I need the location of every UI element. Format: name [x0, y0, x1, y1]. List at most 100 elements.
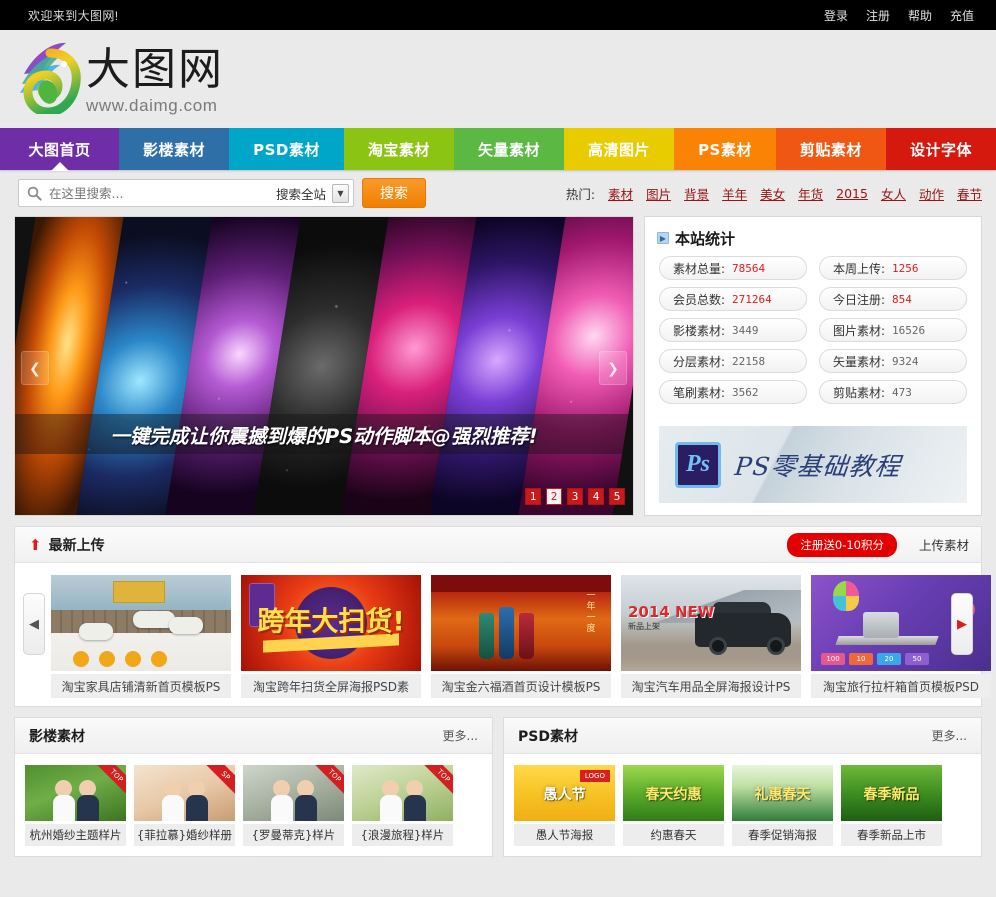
stat-value: 3449: [732, 324, 759, 337]
latest-upload-caption: 淘宝汽车用品全屏海报设计PS: [621, 674, 801, 698]
upload-material-link[interactable]: 上传素材: [919, 535, 969, 554]
recharge-link[interactable]: 充值: [950, 7, 974, 24]
category-item-thumbnail: TOP: [243, 765, 344, 821]
hot-keyword-9[interactable]: 动作: [919, 184, 944, 203]
chevron-right-icon: ▶: [657, 232, 669, 244]
chevron-down-icon[interactable]: ▼: [332, 184, 349, 203]
latest-upload-caption: 淘宝家具店铺清新首页模板PS: [51, 674, 231, 698]
category-section-grid: 愚人节LOGO愚人节海报春天约惠约惠春天礼惠春天春季促销海报春季新品春季新品上市: [504, 754, 981, 856]
stat-label: 素材总量:: [673, 260, 725, 277]
hot-keyword-6[interactable]: 年货: [798, 184, 823, 203]
stat-pill-2: 本周上传: 1256: [819, 256, 967, 280]
login-link[interactable]: 登录: [824, 7, 848, 24]
latest-upload-card[interactable]: 淘宝家具店铺清新首页模板PS: [51, 575, 231, 698]
category-item-card[interactable]: 春季新品春季新品上市: [841, 765, 942, 846]
slider-page-4[interactable]: 4: [588, 488, 604, 505]
slider-prev-button[interactable]: ❮: [21, 351, 49, 385]
stat-value: 16526: [892, 324, 925, 337]
nav-item-8[interactable]: 剪贴素材: [776, 128, 886, 170]
category-item-card[interactable]: 愚人节LOGO愚人节海报: [514, 765, 615, 846]
slider-page-5[interactable]: 5: [609, 488, 625, 505]
arrow-up-icon: ⬆: [29, 536, 42, 554]
site-stats-panel: ▶ 本站统计 素材总量:78564本周上传:1256会员总数:271264今日注…: [644, 216, 982, 516]
slider-page-2[interactable]: 2: [546, 488, 562, 505]
stat-value: 1256: [892, 262, 919, 275]
latest-upload-card[interactable]: 2014 NEW新品上架淘宝汽车用品全屏海报设计PS: [621, 575, 801, 698]
more-link[interactable]: 更多...: [443, 727, 478, 744]
stat-label: 矢量素材:: [833, 353, 885, 370]
category-item-card[interactable]: TOP杭州婚纱主题样片: [25, 765, 126, 846]
stat-label: 影楼素材:: [673, 322, 725, 339]
hero-slider[interactable]: 一键完成让你震撼到爆的PS动作脚本@强烈推荐! ❮ ❯ 12345: [14, 216, 634, 516]
category-section: 影楼素材 更多... TOP杭州婚纱主题样片SP{菲拉慕}婚纱样册TOP{罗曼蒂克}…: [14, 717, 493, 857]
slider-page-3[interactable]: 3: [567, 488, 583, 505]
search-input[interactable]: [49, 186, 268, 201]
hot-keyword-10[interactable]: 春节: [957, 184, 982, 203]
nav-item-9[interactable]: 设计字体: [886, 128, 996, 170]
hot-keyword-2[interactable]: 图片: [646, 184, 671, 203]
card-thumbnail: 2014 NEW新品上架: [621, 575, 801, 671]
category-section-header: 影楼素材 更多...: [15, 718, 492, 754]
more-link[interactable]: 更多...: [932, 727, 967, 744]
hot-keyword-5[interactable]: 美女: [760, 184, 785, 203]
hot-keyword-1[interactable]: 素材: [608, 184, 633, 203]
category-item-caption: 春季新品上市: [841, 824, 942, 846]
site-stats-grid: 素材总量:78564本周上传:1256会员总数:271264今日注册:854影楼…: [645, 253, 981, 404]
register-link[interactable]: 注册: [866, 7, 890, 24]
hot-keywords: 热门: 素材图片背景羊年美女年货 2015 女人动作春节: [566, 170, 982, 216]
stat-label: 笔刷素材:: [673, 384, 725, 401]
latest-upload-card[interactable]: 跨年大扫货!淘宝跨年扫货全屏海报PSD素: [241, 575, 421, 698]
category-item-card[interactable]: TOP{罗曼蒂克}样片: [243, 765, 344, 846]
site-stats-title: 本站统计: [675, 228, 735, 249]
category-item-card[interactable]: SP{菲拉慕}婚纱样册: [134, 765, 235, 846]
stat-pill-4: 今日注册:854: [819, 287, 967, 311]
carousel-prev-button[interactable]: ◀: [23, 593, 45, 655]
stat-label: 会员总数:: [673, 291, 725, 308]
latest-upload-caption: 淘宝旅行拉杆箱首页模板PSD: [811, 674, 991, 698]
logo-name: 大图网: [86, 46, 224, 94]
stat-value: 78564: [732, 262, 765, 275]
category-item-card[interactable]: 春天约惠约惠春天: [623, 765, 724, 846]
search-box[interactable]: 搜索全站 ▼: [18, 179, 354, 207]
hot-keyword-4[interactable]: 羊年: [722, 184, 747, 203]
ribbon-badge: TOP: [94, 765, 126, 798]
category-item-thumbnail: TOP: [352, 765, 453, 821]
nav-item-4[interactable]: 淘宝素材: [344, 128, 454, 170]
category-item-card[interactable]: TOP{浪漫旅程}样片: [352, 765, 453, 846]
help-link[interactable]: 帮助: [908, 7, 932, 24]
category-item-thumbnail: 春季新品: [841, 765, 942, 821]
search-scope-value: 搜索全站: [276, 184, 326, 203]
latest-upload-card[interactable]: 一年一度淘宝金六福酒首页设计模板PS: [431, 575, 611, 698]
stat-value: 473: [892, 386, 912, 399]
site-logo[interactable]: 大图网 www.daimg.com: [20, 40, 224, 116]
category-section-title: 影楼素材: [29, 726, 85, 746]
nav-item-6[interactable]: 高清图片: [564, 128, 674, 170]
carousel-next-button[interactable]: ▶: [951, 593, 973, 655]
slider-next-button[interactable]: ❯: [599, 351, 627, 385]
hot-keyword-3[interactable]: 背景: [684, 184, 709, 203]
latest-uploads-carousel: ◀ 淘宝家具店铺清新首页模板PS 跨年大扫货!淘宝跨年扫货全屏海报PSD素一年一度…: [15, 563, 981, 706]
stat-label: 本周上传:: [833, 260, 885, 277]
promo-badge[interactable]: 注册送0-10积分: [787, 533, 897, 557]
ribbon-badge: TOP: [421, 765, 453, 798]
ribbon-badge: TOP: [312, 765, 344, 798]
category-sections-row: 影楼素材 更多... TOP杭州婚纱主题样片SP{菲拉慕}婚纱样册TOP{罗曼蒂克}…: [14, 717, 982, 857]
nav-item-1[interactable]: 大图首页: [0, 128, 119, 170]
stat-value: 22158: [732, 355, 765, 368]
hot-keyword-7[interactable]: 2015: [836, 186, 868, 201]
slider-page-1[interactable]: 1: [525, 488, 541, 505]
nav-item-5[interactable]: 矢量素材: [454, 128, 564, 170]
nav-item-7[interactable]: PS素材: [674, 128, 776, 170]
ps-tutorial-banner[interactable]: Ps PS零基础教程: [659, 426, 967, 503]
latest-uploads-title: 最新上传: [49, 535, 105, 555]
category-item-card[interactable]: 礼惠春天春季促销海报: [732, 765, 833, 846]
stat-value: 854: [892, 293, 912, 306]
hot-keyword-8[interactable]: 女人: [881, 184, 906, 203]
nav-item-2[interactable]: 影楼素材: [119, 128, 229, 170]
nav-item-3[interactable]: PSD素材: [229, 128, 344, 170]
latest-uploads-panel: ⬆ 最新上传 注册送0-10积分 上传素材 ◀ 淘宝家具店铺清新首页模板PS 跨年…: [14, 526, 982, 707]
search-button[interactable]: 搜索: [362, 178, 426, 208]
search-scope-select[interactable]: 搜索全站 ▼: [268, 184, 353, 203]
hot-label: 热门:: [566, 184, 595, 203]
category-item-caption: 春季促销海报: [732, 824, 833, 846]
